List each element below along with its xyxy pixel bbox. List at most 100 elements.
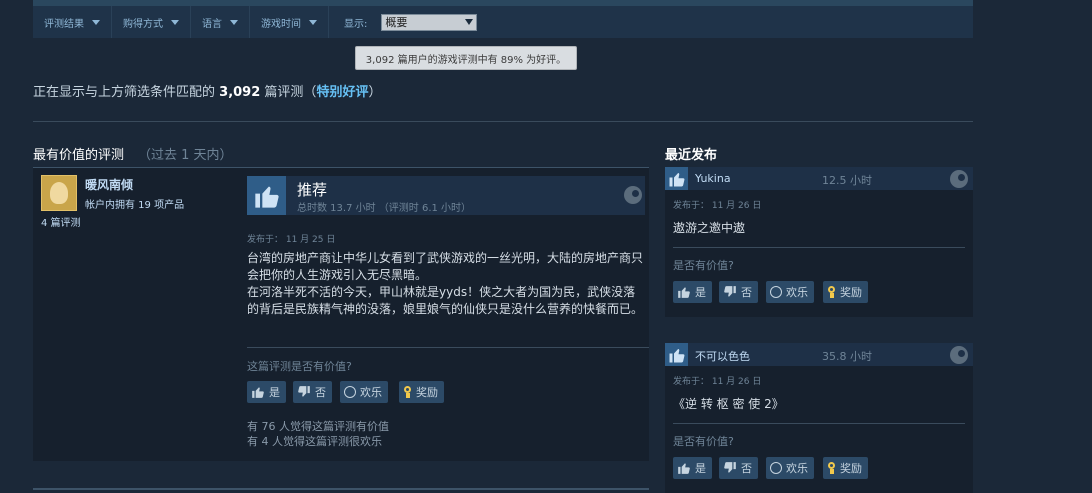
filter-review-type[interactable]: 评测结果 — [33, 6, 112, 38]
most-helpful-heading: 最有价值的评测 （过去 1 天内） — [33, 144, 233, 163]
vote-yes-button[interactable]: 是 — [673, 457, 712, 479]
display-select[interactable]: 概要 — [381, 13, 478, 31]
filter-bar: 评测结果 购得方式 语言 游戏时间 显示: 概要 — [33, 6, 973, 38]
recent-review-hours: 35.8 小时 — [822, 350, 872, 363]
chevron-down-icon — [230, 19, 238, 25]
helpful-question: 这篇评测是否有价值? — [247, 360, 352, 373]
review-hours: 总时数 13.7 小时 （评测时 6.1 小时） — [297, 203, 472, 214]
vote-counts: 有 76 人觉得这篇评测有价值 有 4 人觉得这篇评测很欢乐 — [247, 419, 389, 449]
smiley-icon — [770, 286, 782, 298]
award-button[interactable]: 奖励 — [399, 381, 444, 403]
recent-reviewer-name: 不可以色色 — [695, 350, 750, 363]
vote-funny-label: 欢乐 — [786, 286, 808, 299]
display-select-value: 概要 — [385, 16, 408, 29]
recent-review-header[interactable]: 不可以色色 35.8 小时 — [665, 343, 973, 366]
chevron-down-icon — [171, 19, 179, 25]
thumbs-up-icon — [252, 387, 264, 398]
filter-playtime[interactable]: 游戏时间 — [250, 6, 329, 38]
filter-label: 语言 — [202, 18, 222, 30]
thumbs-down-icon — [724, 462, 736, 473]
most-helpful-title: 最有价值的评测 — [33, 148, 125, 163]
rating-tooltip: 3,092 篇用户的游戏评测中有 89% 为好评。 — [355, 46, 577, 70]
thumbs-up-icon — [678, 287, 690, 298]
filter-purchase-type[interactable]: 购得方式 — [112, 6, 191, 38]
review-posted-date: 发布于： 11 月 25 日 — [247, 235, 336, 245]
chevron-down-icon — [92, 19, 100, 25]
award-label: 奖励 — [416, 386, 438, 399]
thumbs-down-icon — [298, 386, 310, 397]
recent-review-separator — [673, 423, 965, 424]
award-icon — [403, 386, 413, 398]
recent-review-hours: 12.5 小时 — [822, 174, 872, 187]
chevron-down-icon — [309, 19, 317, 25]
recent-review-separator — [673, 247, 965, 248]
award-button[interactable]: 奖励 — [823, 281, 868, 303]
reviewer-review-count[interactable]: 4 篇评测 — [41, 214, 81, 229]
recent-review-text: 遨游之邀中遨 — [673, 221, 746, 235]
section-divider — [33, 121, 973, 122]
reviewer-products[interactable]: 帐户内拥有 19 项产品 — [85, 196, 184, 211]
award-label: 奖励 — [840, 462, 862, 475]
steam-icon — [950, 346, 968, 364]
helpful-question: 是否有价值? — [673, 435, 734, 448]
recent-review-posted: 发布于： 11 月 26 日 — [673, 201, 762, 211]
vote-no-button[interactable]: 否 — [719, 281, 758, 303]
vote-no-label: 否 — [741, 286, 752, 299]
vote-no-button[interactable]: 否 — [293, 381, 332, 403]
review-text: 台湾的房地产商让中华儿女看到了武侠游戏的一丝光明，大陆的房地产商只会把你的人生游… — [247, 250, 645, 318]
award-label: 奖励 — [840, 286, 862, 299]
smiley-icon — [770, 462, 782, 474]
vote-yes-label: 是 — [695, 462, 706, 475]
steam-icon — [624, 186, 642, 204]
review-verdict: 推荐 — [297, 181, 328, 199]
reviewer-name[interactable]: 暖风南倾 — [85, 176, 133, 193]
summary-close: ） — [368, 85, 382, 100]
vote-yes-button[interactable]: 是 — [247, 381, 286, 403]
award-icon — [827, 462, 837, 474]
review-text-line: 在河洛半死不活的今天，甲山林就是yyds！侠之大者为国为民，武侠没落的背后是民族… — [247, 285, 644, 316]
votes-funny: 有 4 人觉得这篇评测很欢乐 — [247, 435, 382, 448]
filter-label: 评测结果 — [44, 18, 84, 30]
vote-no-label: 否 — [315, 386, 326, 399]
avatar[interactable] — [41, 175, 77, 211]
vote-no-label: 否 — [741, 462, 752, 475]
vote-yes-label: 是 — [269, 386, 280, 399]
display-filter: 显示: 概要 — [329, 13, 478, 31]
review-header[interactable]: 推荐 总时数 13.7 小时 （评测时 6.1 小时） — [247, 176, 645, 215]
thumbs-up-icon — [665, 343, 688, 366]
award-button[interactable]: 奖励 — [823, 457, 868, 479]
summary-count: 3,092 — [219, 85, 261, 100]
next-review-edge — [33, 488, 649, 490]
review-summary: 正在显示与上方筛选条件匹配的 3,092 篇评测（特别好评） — [33, 81, 381, 100]
vote-funny-label: 欢乐 — [360, 386, 382, 399]
vote-no-button[interactable]: 否 — [719, 457, 758, 479]
review-separator — [247, 347, 649, 348]
votes-helpful: 有 76 人觉得这篇评测有价值 — [247, 420, 389, 433]
steam-icon — [950, 170, 968, 188]
chevron-down-icon — [465, 18, 474, 25]
recent-review-header[interactable]: Yukina 12.5 小时 — [665, 167, 973, 190]
review-text-line: 台湾的房地产商让中华儿女看到了武侠游戏的一丝光明，大陆的房地产商只会把你的人生游… — [247, 251, 644, 282]
summary-suffix: 篇评测（ — [264, 85, 317, 100]
vote-funny-button[interactable]: 欢乐 — [340, 381, 388, 403]
recent-review-card: 不可以色色 35.8 小时 发布于： 11 月 26 日 《逆 转 枢 密 使 … — [665, 343, 973, 493]
recent-review-text: 《逆 转 枢 密 使 2》 — [673, 397, 784, 411]
recent-review-posted: 发布于： 11 月 26 日 — [673, 377, 762, 387]
display-label: 显示: — [344, 18, 368, 30]
vote-yes-button[interactable]: 是 — [673, 281, 712, 303]
vote-funny-button[interactable]: 欢乐 — [766, 457, 814, 479]
thumbs-down-icon — [724, 286, 736, 297]
vote-funny-button[interactable]: 欢乐 — [766, 281, 814, 303]
review-card: 暖风南倾 帐户内拥有 19 项产品 4 篇评测 推荐 总时数 13.7 小时 （… — [33, 167, 649, 461]
smiley-icon — [344, 386, 356, 398]
summary-prefix: 正在显示与上方筛选条件匹配的 — [33, 85, 216, 100]
thumbs-up-icon — [678, 463, 690, 474]
helpful-question: 是否有价值? — [673, 259, 734, 272]
recent-heading: 最近发布 — [665, 148, 718, 163]
summary-rating[interactable]: 特别好评 — [316, 85, 368, 100]
award-icon — [827, 286, 837, 298]
recent-reviewer-name: Yukina — [695, 172, 731, 185]
filter-language[interactable]: 语言 — [191, 6, 250, 38]
recent-review-card: Yukina 12.5 小时 发布于： 11 月 26 日 遨游之邀中遨 是否有… — [665, 167, 973, 317]
thumbs-up-icon — [247, 176, 286, 215]
